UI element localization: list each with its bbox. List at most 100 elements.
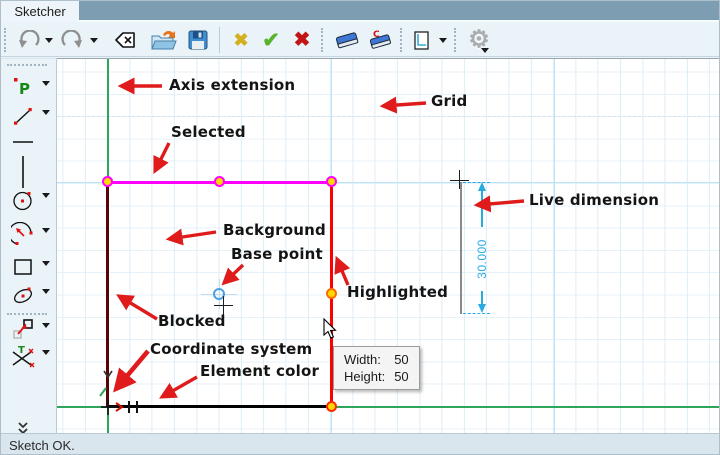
annotation-coordinate-system: Coordinate system — [150, 340, 313, 358]
arc-tool-button[interactable] — [6, 222, 40, 248]
tooltip-height-value: 50 — [394, 369, 409, 384]
trim-tool-dropdown[interactable] — [40, 350, 52, 355]
point-tool-dropdown[interactable] — [40, 81, 52, 86]
open-folder-icon — [151, 30, 177, 50]
tab-bar: Sketcher — [1, 1, 719, 22]
sheet-view-dropdown[interactable] — [437, 24, 449, 56]
annotation-background: Background — [223, 221, 326, 239]
rectangle-tool-dropdown[interactable] — [40, 261, 52, 266]
undo-dropdown[interactable] — [43, 24, 55, 56]
erase-button[interactable] — [331, 24, 363, 56]
cancel-x-icon: ✖ — [233, 30, 249, 50]
copy-move-tool-button[interactable] — [6, 317, 40, 341]
erase-color-button[interactable]: C — [363, 24, 397, 56]
redo-dropdown[interactable] — [88, 24, 100, 56]
accept-button[interactable]: ✔ — [256, 24, 286, 56]
annotation-base-point: Base point — [231, 245, 323, 263]
point-icon: P — [14, 78, 30, 98]
annotation-grid: Grid — [431, 92, 468, 110]
chevron-down-icon — [42, 228, 50, 233]
toolbar-separator — [219, 27, 220, 53]
chevron-down-icon — [42, 350, 50, 355]
main-toolbar: ✖ ✔ ✖ C ⚙ — [1, 24, 719, 57]
size-tooltip: Width: 50 Height: 50 — [333, 346, 420, 390]
sheet-icon — [414, 30, 429, 50]
vertical-line-tool-button[interactable] — [6, 153, 40, 191]
delete-x-icon: ✖ — [293, 29, 311, 51]
horizontal-line-tool-button[interactable] — [6, 135, 40, 149]
undo-button[interactable] — [14, 24, 42, 56]
annotation-selected: Selected — [171, 123, 246, 141]
annotation-element-color: Element color — [200, 362, 320, 380]
annotation-blocked: Blocked — [158, 312, 226, 330]
cancel-button[interactable]: ✖ — [227, 24, 255, 56]
toolbar-grip — [321, 28, 324, 52]
trim-tool-button[interactable]: T — [6, 344, 40, 370]
eraser-color-icon: C — [369, 30, 391, 49]
chevron-down-icon — [42, 289, 50, 294]
undo-icon — [19, 30, 40, 48]
chevron-down-icon — [90, 37, 98, 43]
chevron-down-icon — [45, 37, 53, 43]
chevron-down-icon — [42, 81, 50, 86]
chevron-down-icon — [42, 193, 50, 198]
svg-text:P: P — [19, 80, 30, 98]
delete-button[interactable]: ✖ — [288, 24, 316, 56]
toolbar-grip — [4, 28, 7, 52]
tooltip-height-label: Height: — [344, 369, 386, 384]
backspace-icon — [115, 32, 135, 48]
delete-backspace-button[interactable] — [105, 24, 139, 56]
vertical-line-icon — [22, 156, 24, 188]
svg-text:T: T — [18, 345, 25, 356]
sketch-canvas[interactable]: 30.000 Axis extension Grid Selected Back… — [57, 58, 719, 434]
tooltip-width-label: Width: — [344, 352, 381, 367]
copy-move-icon — [13, 319, 33, 339]
circle-tool-dropdown[interactable] — [40, 193, 52, 198]
eraser-icon — [335, 32, 359, 49]
sheet-view-button[interactable] — [409, 24, 435, 56]
settings-button-disabled[interactable]: ⚙ — [463, 24, 495, 56]
ellipse-tool-dropdown[interactable] — [40, 289, 52, 294]
save-button[interactable] — [184, 24, 212, 56]
line-tool-button[interactable] — [6, 104, 40, 128]
chevron-down-icon — [42, 323, 50, 328]
redo-button[interactable] — [59, 24, 87, 56]
chevron-down-icon — [42, 261, 50, 266]
ellipse-icon — [13, 287, 33, 304]
sketcher-window: Sketcher ✖ ✔ ✖ C ⚙ P T 30.000 Axis exten… — [0, 0, 720, 455]
toolbar-grip — [454, 28, 457, 52]
annotation-live-dimension: Live dimension — [529, 191, 660, 209]
rectangle-tool-button[interactable] — [6, 255, 40, 279]
tooltip-width-value: 50 — [394, 352, 409, 367]
status-message: Sketch OK. — [9, 437, 75, 453]
copy-move-tool-dropdown[interactable] — [40, 323, 52, 328]
annotation-axis-extension: Axis extension — [169, 76, 296, 94]
arc-icon — [11, 222, 33, 245]
toolbox-separator — [7, 313, 47, 315]
sketch-toolbox: P T — [1, 58, 57, 435]
tab-sketcher-label: Sketcher — [14, 4, 66, 19]
rectangle-icon — [14, 259, 32, 275]
status-bar: Sketch OK. — [1, 433, 719, 454]
toolbox-grip — [7, 64, 47, 66]
point-tool-button[interactable]: P — [6, 75, 40, 99]
line-icon — [14, 108, 32, 125]
save-floppy-icon — [188, 30, 208, 50]
ellipse-tool-button[interactable] — [6, 283, 40, 307]
settings-dropdown[interactable] — [481, 48, 489, 53]
accept-check-icon: ✔ — [262, 28, 280, 52]
mouse-pointer-icon — [323, 318, 337, 339]
open-button[interactable] — [147, 24, 179, 56]
chevron-down-icon — [42, 110, 50, 115]
chevron-down-icon — [439, 37, 447, 43]
circle-tool-button[interactable] — [6, 187, 40, 213]
toolbar-grip — [400, 28, 403, 52]
line-tool-dropdown[interactable] — [40, 110, 52, 115]
trim-icon: T — [12, 345, 35, 368]
redo-icon — [61, 30, 82, 48]
horizontal-line-icon — [13, 141, 33, 143]
arc-tool-dropdown[interactable] — [40, 228, 52, 233]
annotation-highlighted: Highlighted — [347, 283, 449, 301]
circle-icon — [13, 191, 32, 211]
tab-sketcher[interactable]: Sketcher — [1, 1, 79, 22]
